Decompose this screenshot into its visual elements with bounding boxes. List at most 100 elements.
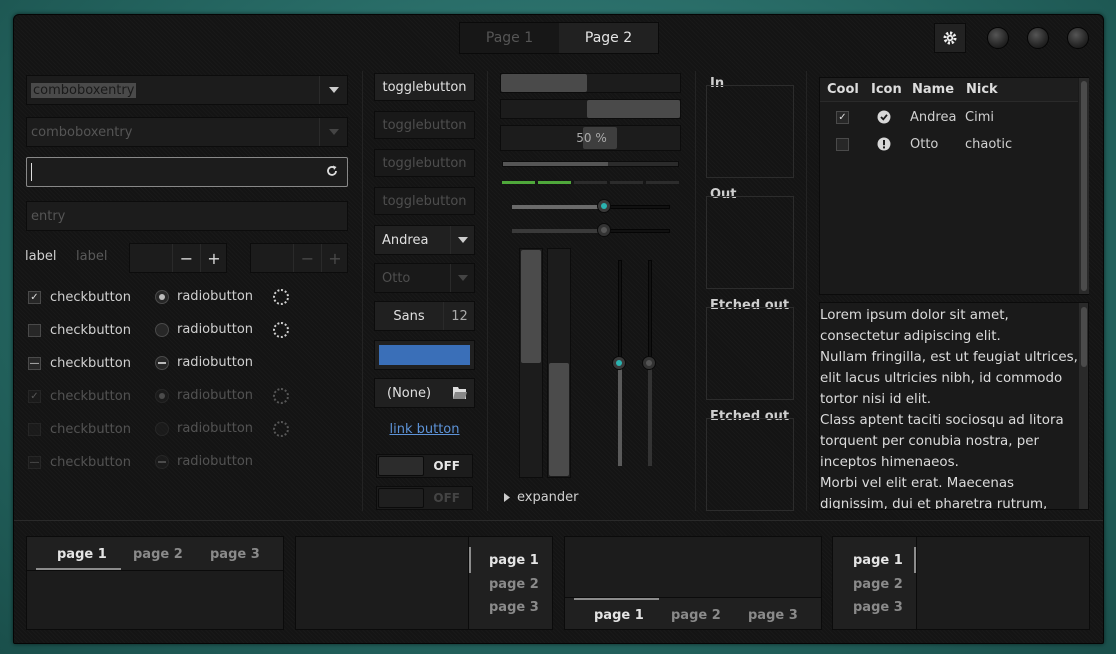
level-segment <box>502 181 535 184</box>
cool-checkbox[interactable]: ✓ <box>836 111 849 124</box>
scale-handle <box>642 356 656 370</box>
radiobutton-label: radiobutton <box>177 388 254 403</box>
scale-handle[interactable] <box>596 199 611 213</box>
radiobutton-label: radiobutton <box>177 421 254 436</box>
checkbutton[interactable]: checkbutton <box>28 323 131 338</box>
entry-placeholder: entry <box>31 208 66 224</box>
column-header-cool[interactable]: Cool <box>827 82 859 97</box>
minimize-button[interactable] <box>987 27 1009 49</box>
active-tab-indicator <box>36 568 121 570</box>
notebook-tab-page-1[interactable]: page 1 <box>489 553 539 568</box>
combo-entry-text[interactable]: comboboxentry <box>31 82 137 98</box>
maximize-button[interactable] <box>1027 27 1049 49</box>
link-button[interactable]: link button <box>374 422 475 437</box>
scrollbar-thumb[interactable] <box>1081 307 1087 367</box>
togglebutton-4: togglebutton <box>374 187 475 215</box>
text-line: Nullam fringilla, est ut feugiat ultrice… <box>820 350 1078 365</box>
notebook-tab-page-1[interactable]: page 1 <box>57 547 107 562</box>
notebook-tab-page-2[interactable]: page 2 <box>133 547 183 562</box>
gear-icon <box>943 31 957 45</box>
color-button[interactable] <box>374 340 475 370</box>
combobox-entry-2: comboboxentry <box>26 117 348 147</box>
radio-circle[interactable] <box>155 355 169 370</box>
togglebutton-1[interactable]: togglebutton <box>374 73 475 101</box>
tree-row[interactable]: ✓ Andrea Cimi <box>820 105 1078 131</box>
radio-circle[interactable] <box>155 289 169 304</box>
text-entry-focused[interactable] <box>26 157 348 187</box>
column-header-name[interactable]: Name <box>912 82 954 97</box>
togglebutton-3: togglebutton <box>374 149 475 177</box>
column-header-nick[interactable]: Nick <box>966 82 998 97</box>
checkbox-box[interactable]: ✓ <box>28 291 41 304</box>
check-radio-row: checkbutton radiobutton <box>28 412 358 445</box>
checkbox-box[interactable] <box>28 324 41 337</box>
notebook-tab-page-3[interactable]: page 3 <box>748 608 798 623</box>
radiobutton[interactable]: radiobutton <box>155 355 253 370</box>
radiobutton[interactable]: radiobutton <box>155 322 253 337</box>
notebook-tab-strip: page 1 page 2 page 3 <box>27 537 283 571</box>
scale-handle[interactable] <box>612 356 626 370</box>
expander-label: expander <box>517 490 579 505</box>
notebook-tab-page-2[interactable]: page 2 <box>853 577 903 592</box>
chevron-down-icon[interactable] <box>319 76 347 104</box>
scale-fill <box>512 229 604 233</box>
check-radio-row: ✓ checkbutton radiobutton <box>28 280 358 313</box>
scrollbar-thumb[interactable] <box>1081 81 1087 291</box>
text-view[interactable]: Lorem ipsum dolor sit amet, consectetur a… <box>819 302 1089 510</box>
text-line: tortor nisi id elit. <box>820 392 931 407</box>
cool-checkbox[interactable] <box>836 138 849 151</box>
tab-page-1[interactable]: Page 1 <box>460 23 559 53</box>
text-scrollbar[interactable] <box>1079 303 1088 509</box>
column-header-icon[interactable]: Icon <box>871 82 902 97</box>
minus-icon[interactable]: − <box>172 244 200 272</box>
notebook-tab-page-3[interactable]: page 3 <box>489 600 539 615</box>
notebook-tab-page-1[interactable]: page 1 <box>594 608 644 623</box>
checkbutton: ✓ checkbutton <box>28 389 131 404</box>
scale-1[interactable] <box>512 199 670 215</box>
progressbar-3: 50 % <box>500 125 681 151</box>
notebook-tab-page-2[interactable]: page 2 <box>671 608 721 623</box>
combo-andrea[interactable]: Andrea <box>374 225 475 255</box>
checkbutton[interactable]: ✓ checkbutton <box>28 290 131 305</box>
close-button[interactable] <box>1067 27 1089 49</box>
entry-placeholder-field[interactable]: entry <box>26 201 348 231</box>
tree-row[interactable]: Otto chaotic <box>820 132 1078 158</box>
progress-text: 50 % <box>576 131 607 145</box>
text-view-content[interactable]: Lorem ipsum dolor sit amet, consectetur a… <box>820 305 1078 509</box>
vertical-scale-1[interactable] <box>612 260 628 466</box>
radio-circle[interactable] <box>155 322 169 337</box>
text-line: Class aptent taciti sociosqu ad litora <box>820 413 1064 428</box>
radiobutton: radiobutton <box>155 388 253 403</box>
check-radio-row: checkbutton radiobutton <box>28 313 358 346</box>
tree-scrollbar[interactable] <box>1079 78 1089 294</box>
switch-1[interactable]: OFF <box>376 454 473 478</box>
tab-page-2[interactable]: Page 2 <box>559 23 658 53</box>
vertical-progress-1 <box>519 248 543 478</box>
notebook-tab-page-3[interactable]: page 3 <box>853 600 903 615</box>
spinbutton-2-disabled: − + <box>250 243 348 273</box>
checkbox-box[interactable]: — <box>28 357 41 370</box>
file-chooser-button[interactable]: (None) <box>374 378 475 408</box>
scale-handle-dot <box>600 203 607 209</box>
switch-handle[interactable] <box>378 456 424 476</box>
notebook-tab-page-1[interactable]: page 1 <box>853 553 903 568</box>
refresh-icon[interactable] <box>325 164 339 182</box>
tree-nick: chaotic <box>965 137 1013 152</box>
checkbutton[interactable]: — checkbutton <box>28 356 131 371</box>
radio-circle <box>155 421 169 436</box>
togglebutton-2[interactable]: togglebutton <box>374 111 475 139</box>
expander[interactable]: expander <box>504 490 579 505</box>
notebook-tab-page-3[interactable]: page 3 <box>210 547 260 562</box>
plus-icon[interactable]: + <box>200 244 227 272</box>
radiobutton[interactable]: radiobutton <box>155 289 253 304</box>
vertical-progress-2 <box>547 248 571 478</box>
frame-out <box>706 196 794 289</box>
font-button[interactable]: Sans 12 <box>374 301 475 331</box>
tree-name: Andrea <box>910 110 957 125</box>
settings-button[interactable] <box>934 23 966 53</box>
notebook-tab-page-2[interactable]: page 2 <box>489 577 539 592</box>
thin-progressbar <box>502 161 679 167</box>
level-segment <box>646 181 679 184</box>
combobox-entry-1[interactable]: comboboxentry <box>26 75 348 105</box>
spinbutton-1[interactable]: − + <box>129 243 227 273</box>
